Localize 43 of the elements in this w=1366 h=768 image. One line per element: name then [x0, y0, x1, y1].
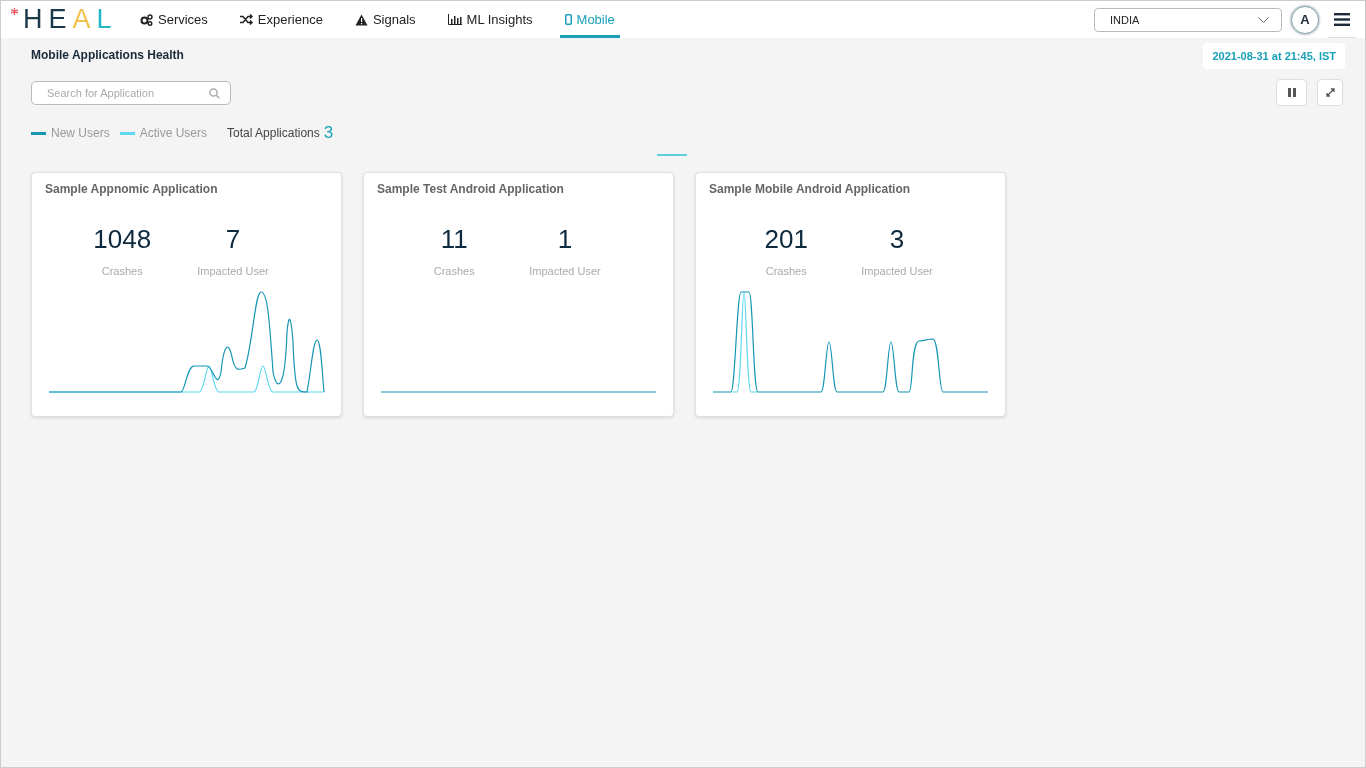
- search-icon: [209, 87, 220, 99]
- warning-icon: [354, 13, 368, 26]
- pause-button[interactable]: [1276, 79, 1307, 106]
- stat-label: Crashes: [765, 265, 807, 277]
- stat-label: Impacted User: [197, 265, 269, 277]
- expand-icon: [1325, 88, 1335, 97]
- impacted-count: 3: [889, 224, 905, 255]
- stat-label: Crashes: [433, 265, 475, 277]
- search-field[interactable]: Search for Application: [31, 80, 231, 105]
- app-card[interactable]: Sample Test Android Application 11 Crashes 1 Impacted User: [363, 172, 674, 417]
- impacted-count: 1: [557, 224, 573, 255]
- crash-count: 11: [440, 224, 468, 255]
- card-title: Sample Appnomic Application: [45, 182, 219, 196]
- gears-icon: [140, 13, 153, 26]
- total-count: 3: [323, 123, 334, 143]
- page-title: Mobile Applications Health: [31, 47, 184, 62]
- nav-tab[interactable]: ML Insights: [442, 1, 538, 38]
- chevron-down-icon: [1258, 16, 1269, 23]
- fullscreen-button[interactable]: [1317, 79, 1343, 106]
- stat-label: Crashes: [101, 265, 143, 277]
- menu-icon: [1334, 12, 1350, 26]
- bar-chart-icon: [447, 14, 462, 25]
- total-label: Total Applications: [227, 126, 320, 140]
- legend-label: New Users: [51, 126, 110, 140]
- impacted-count: 7: [225, 224, 241, 255]
- shuffle-icon: [239, 14, 253, 25]
- nav-tab[interactable]: Signals: [349, 1, 421, 38]
- card-title: Sample Mobile Android Application: [709, 182, 912, 196]
- stat-label: Impacted User: [529, 265, 601, 277]
- pause-icon: [1287, 88, 1296, 97]
- crash-count: 201: [764, 224, 808, 255]
- stat-label: Impacted User: [861, 265, 933, 277]
- timestamp: 2021-08-31 at 21:45, IST: [1203, 43, 1345, 69]
- app-card[interactable]: Sample Appnomic Application 1048 Crashes 7 Impacted User: [31, 172, 342, 417]
- user-avatar[interactable]: A: [1291, 5, 1319, 34]
- phone-icon: [564, 14, 572, 25]
- crash-count: 1048: [93, 224, 152, 255]
- nav-tab[interactable]: Experience: [234, 1, 328, 38]
- legend-label: Active Users: [139, 126, 208, 140]
- card-title: Sample Test Android Application: [377, 182, 565, 196]
- app-card[interactable]: Sample Mobile Android Application 201 Crashes 3 Impacted User: [695, 172, 1006, 417]
- nav-tab[interactable]: Services: [135, 1, 213, 38]
- account-dropdown[interactable]: INDIA: [1094, 7, 1282, 32]
